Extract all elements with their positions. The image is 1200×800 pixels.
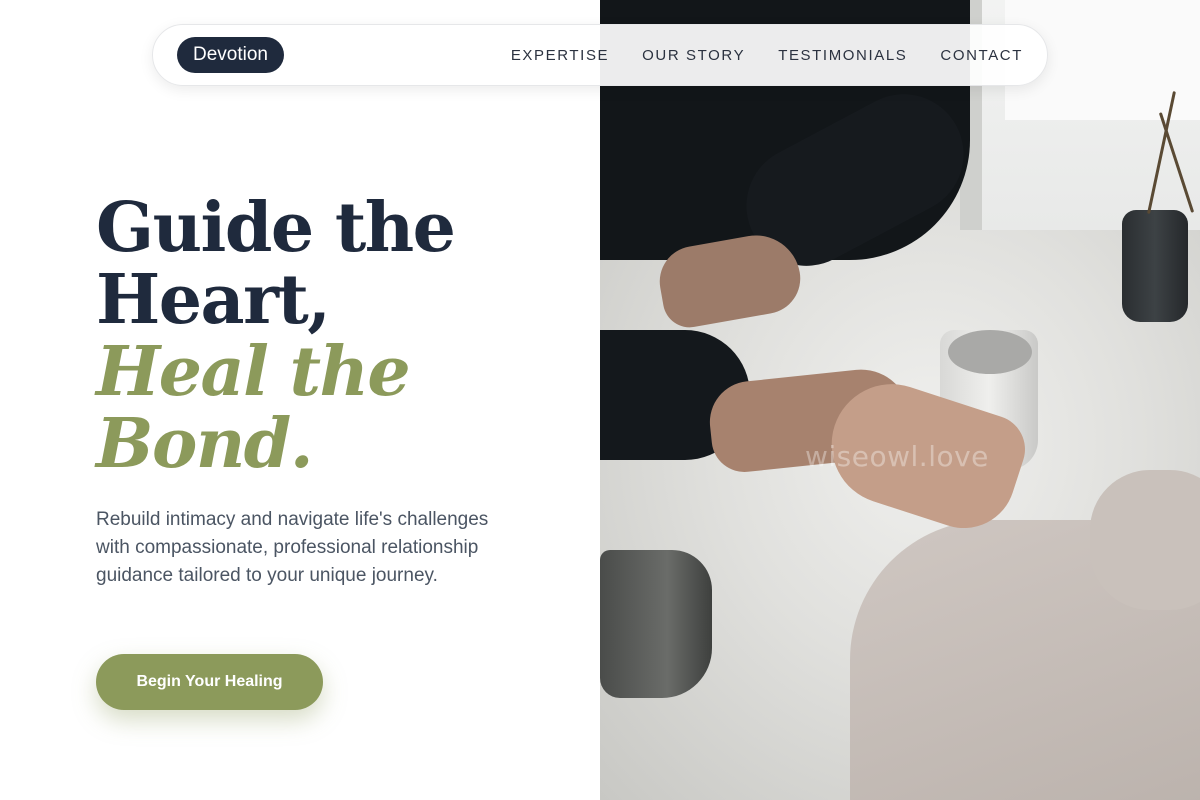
headline-line-2: Heart,	[96, 260, 331, 340]
nav-link-contact[interactable]: CONTACT	[940, 47, 1023, 64]
photo-white-mug-rim	[948, 330, 1032, 374]
nav-link-expertise[interactable]: EXPERTISE	[511, 47, 609, 64]
brand-logo[interactable]: Devotion	[177, 37, 284, 73]
headline-line-3: Heal the	[96, 332, 411, 412]
headline-line-1: Guide the	[96, 188, 456, 268]
photo-dark-mug	[600, 550, 712, 698]
hero-subtext: Rebuild intimacy and navigate life's cha…	[96, 509, 489, 586]
hero-photo: wiseowl.love	[600, 0, 1200, 800]
begin-healing-button[interactable]: Begin Your Healing	[96, 654, 323, 710]
headline-line-4: Bond.	[96, 404, 314, 484]
landing-page: wiseowl.love Devotion EXPERTISE OUR STOR…	[0, 0, 1200, 800]
hero-section: Guide the Heart, Heal the Bond. Rebuild …	[96, 192, 576, 590]
photo-vase	[1122, 210, 1188, 322]
photo-sweater-cuff	[1090, 470, 1200, 610]
top-navbar: Devotion EXPERTISE OUR STORY TESTIMONIAL…	[152, 24, 1048, 86]
watermark-text: wiseowl.love	[805, 440, 989, 473]
hero-headline: Guide the Heart, Heal the Bond.	[96, 192, 576, 480]
nav-link-our-story[interactable]: OUR STORY	[642, 47, 745, 64]
nav-link-testimonials[interactable]: TESTIMONIALS	[778, 47, 907, 64]
nav-links: EXPERTISE OUR STORY TESTIMONIALS CONTACT	[511, 47, 1023, 64]
